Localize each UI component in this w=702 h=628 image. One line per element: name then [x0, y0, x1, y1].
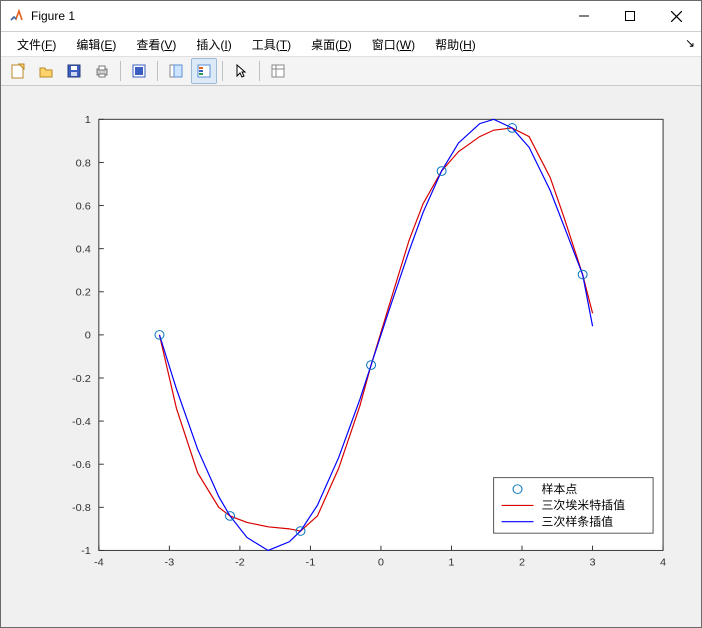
x-tick-label: 1 — [448, 557, 454, 569]
maximize-button[interactable] — [607, 1, 653, 31]
menu-h[interactable]: 帮助(H) — [425, 36, 486, 54]
menu-d[interactable]: 桌面(D) — [301, 36, 362, 54]
x-tick-label: -3 — [164, 557, 174, 569]
plot-tools-icon[interactable] — [265, 58, 291, 84]
matlab-icon — [9, 8, 25, 24]
x-tick-label: 2 — [519, 557, 525, 569]
plot-area: -4 -3 -2 -1 0 1 2 3 4 -1 -0.8 -0.6 -0.4 -0.2 0 0.2 0.4 0.… — [1, 86, 701, 627]
y-tick-label: -0.4 — [72, 416, 91, 428]
y-tick-label: 0.4 — [76, 244, 91, 256]
menu-f[interactable]: 文件(F) — [7, 36, 66, 54]
save-icon[interactable] — [61, 58, 87, 84]
y-tick-label: 0.6 — [76, 201, 91, 213]
y-tick-label: -0.6 — [72, 459, 91, 471]
legend-label: 三次样条插值 — [541, 515, 613, 529]
y-tick-label: 1 — [85, 114, 91, 126]
axes[interactable]: -4 -3 -2 -1 0 1 2 3 4 -1 -0.8 -0.6 -0.4 -0.2 0 0.2 0.4 0.… — [49, 104, 683, 583]
menu-w[interactable]: 窗口(W) — [362, 36, 425, 54]
menu-overflow-icon[interactable]: ↘ — [685, 36, 695, 50]
x-tick-label: -4 — [94, 557, 104, 569]
y-tick-label: 0.8 — [76, 157, 91, 169]
toolbar-separator — [259, 61, 260, 81]
menu-v[interactable]: 查看(V) — [126, 36, 186, 54]
y-tick-label: 0.2 — [76, 287, 91, 299]
print-icon[interactable] — [89, 58, 115, 84]
data-cursor-icon[interactable] — [163, 58, 189, 84]
window-title: Figure 1 — [31, 9, 75, 23]
menubar: 文件(F)编辑(E)查看(V)插入(I)工具(T)桌面(D)窗口(W)帮助(H)… — [1, 32, 701, 57]
menu-i[interactable]: 插入(I) — [186, 36, 241, 54]
pointer-icon[interactable] — [228, 58, 254, 84]
link-icon[interactable] — [126, 58, 152, 84]
menu-t[interactable]: 工具(T) — [242, 36, 301, 54]
toolbar — [1, 57, 701, 86]
y-tick-label: -0.8 — [72, 502, 91, 514]
close-button[interactable] — [653, 1, 699, 31]
x-tick-label: -2 — [235, 557, 245, 569]
x-tick-label: 0 — [378, 557, 384, 569]
toolbar-separator — [157, 61, 158, 81]
y-tick-label: 0 — [85, 330, 91, 342]
colorbar-icon[interactable] — [191, 58, 217, 84]
toolbar-separator — [120, 61, 121, 81]
x-tick-label: 3 — [589, 557, 595, 569]
toolbar-separator — [222, 61, 223, 81]
x-tick-label: -1 — [306, 557, 316, 569]
x-tick-label: 4 — [660, 557, 666, 569]
new-figure-icon[interactable] — [5, 58, 31, 84]
legend-label: 三次埃米特插值 — [541, 498, 625, 512]
open-icon[interactable] — [33, 58, 59, 84]
legend-label: 样本点 — [541, 482, 577, 496]
y-tick-label: -0.2 — [72, 373, 91, 385]
figure-window: Figure 1 文件(F)编辑(E)查看(V)插入(I)工具(T)桌面(D)窗… — [0, 0, 702, 628]
minimize-button[interactable] — [561, 1, 607, 31]
y-tick-label: -1 — [81, 545, 91, 557]
menu-e[interactable]: 编辑(E) — [66, 36, 126, 54]
titlebar: Figure 1 — [1, 1, 701, 32]
